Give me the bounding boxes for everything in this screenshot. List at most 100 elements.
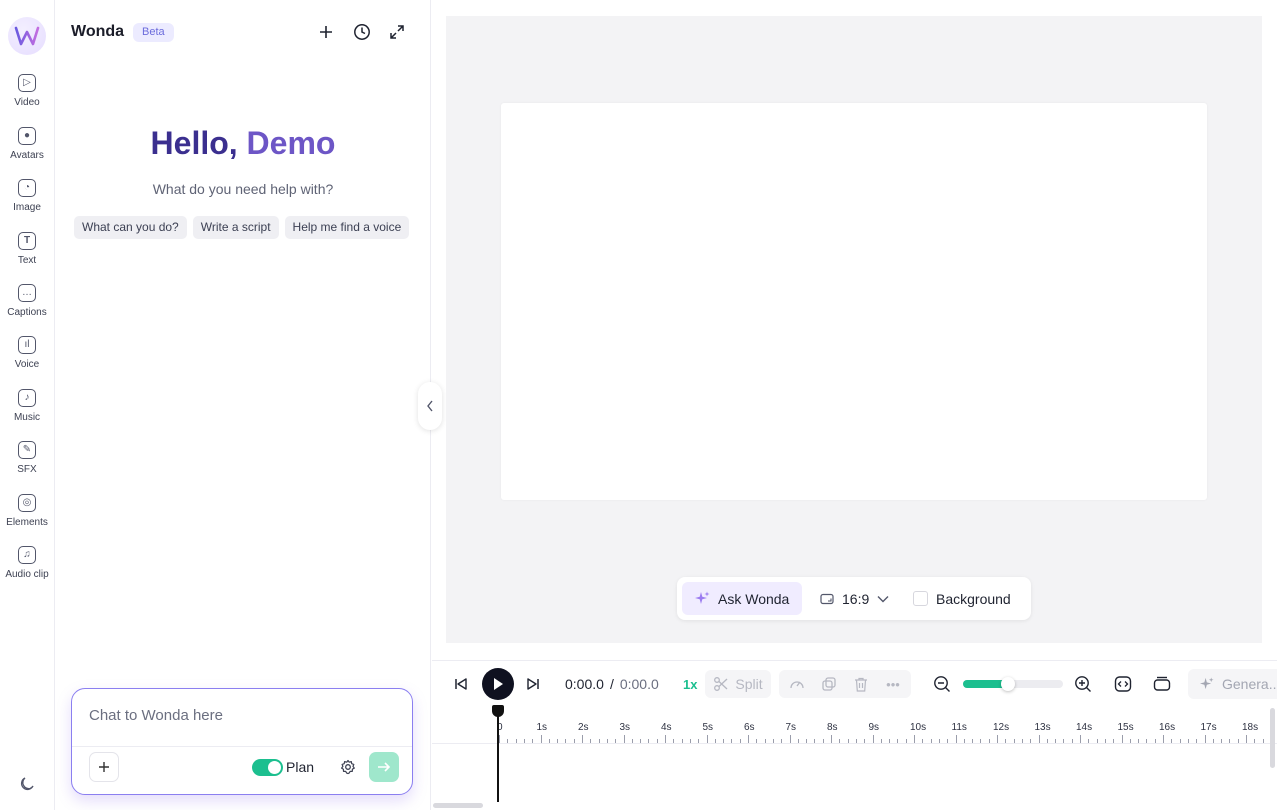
generate-button[interactable]: Genera...: [1188, 669, 1277, 699]
background-swatch[interactable]: [913, 591, 928, 606]
aspect-ratio-select[interactable]: 16:9: [820, 582, 889, 615]
new-chat-button[interactable]: [315, 21, 337, 43]
gear-icon: [341, 759, 355, 775]
ruler-tick: [1021, 739, 1023, 743]
plus-icon: [320, 26, 332, 38]
ruler-label: 13s: [1034, 722, 1051, 733]
ruler-tick: [963, 739, 965, 743]
playhead[interactable]: [497, 710, 499, 802]
split-label: Split: [735, 676, 763, 692]
video-icon: ▷: [18, 74, 36, 92]
rail-label: Image: [13, 202, 41, 213]
text-icon: T: [18, 232, 36, 250]
send-button[interactable]: [369, 752, 399, 782]
ruler-label: 7s: [785, 722, 797, 733]
wonda-logo[interactable]: [8, 17, 46, 55]
skip-forward-button[interactable]: [523, 674, 543, 694]
ruler-tick: [831, 735, 832, 743]
rail-item-audio-clip[interactable]: ♫ Audio clip: [0, 546, 54, 592]
video-canvas[interactable]: [501, 103, 1207, 500]
ruler-tick: [1262, 739, 1264, 743]
attach-button[interactable]: [89, 752, 119, 782]
ruler-label: 10s: [910, 722, 927, 733]
avatar-icon: ●: [18, 127, 36, 145]
zoom-out-button[interactable]: [932, 674, 952, 694]
ruler-tick: [1038, 735, 1040, 743]
suggestion-chip[interactable]: What can you do?: [74, 216, 187, 239]
fit-timeline-button[interactable]: [1113, 674, 1133, 694]
captions-toggle-button[interactable]: [1152, 674, 1172, 694]
expand-button[interactable]: [386, 21, 408, 43]
collapse-panel-button[interactable]: [418, 382, 442, 430]
dark-mode-icon[interactable]: [19, 776, 35, 792]
user-name: Demo: [246, 125, 336, 161]
captions-icon: …: [18, 284, 36, 302]
ruler-label: 4s: [661, 722, 672, 733]
rail-item-music[interactable]: ♪ Music: [0, 389, 54, 435]
playback-speed[interactable]: 1x: [683, 677, 697, 692]
ruler-tick: [889, 739, 891, 743]
ruler-tick: [665, 735, 666, 743]
chat-input[interactable]: [89, 707, 389, 724]
rail-item-captions[interactable]: … Captions: [0, 284, 54, 330]
ruler-label: 8s: [827, 722, 838, 733]
suggestion-chip[interactable]: Write a script: [192, 216, 279, 239]
zoom-in-button[interactable]: [1073, 674, 1093, 694]
playhead-handle[interactable]: [492, 705, 504, 717]
chat-panel: Wonda Beta Hello, Demo What do you need …: [55, 0, 431, 810]
rail-item-image[interactable]: ◔ Image: [0, 179, 54, 225]
rail-item-avatars[interactable]: ● Avatars: [0, 127, 54, 173]
ruler-label: 14s: [1076, 722, 1093, 733]
ruler-tick: [598, 739, 600, 743]
plan-toggle[interactable]: [252, 759, 283, 776]
vertical-scrollbar[interactable]: [1270, 708, 1275, 768]
split-button[interactable]: Split: [705, 670, 771, 698]
rail-item-elements[interactable]: ◎ Elements: [0, 494, 54, 540]
chevron-left-icon: [427, 400, 433, 412]
history-button[interactable]: [351, 21, 373, 43]
ruler-tick: [515, 739, 517, 743]
more-icon[interactable]: •••: [883, 674, 903, 694]
ruler-tick: [1005, 739, 1007, 743]
time-separator: /: [609, 676, 614, 692]
play-button[interactable]: [482, 668, 514, 700]
ruler-label: 11s: [951, 722, 967, 733]
speed-gauge-icon[interactable]: [787, 674, 807, 694]
ruler-tick: [1013, 739, 1015, 743]
plan-label: Plan: [286, 759, 315, 775]
duplicate-icon[interactable]: [819, 674, 839, 694]
skip-back-button[interactable]: [451, 674, 471, 694]
ruler-tick: [565, 739, 567, 743]
ruler-tick: [532, 739, 534, 743]
app-root: ▷ Video ● Avatars ◔ Image T Text … Capti…: [0, 0, 1277, 810]
skip-forward-icon: [527, 678, 539, 690]
play-icon: [494, 678, 503, 690]
expand-icon: [390, 25, 404, 39]
ruler-tick: [698, 739, 700, 743]
timeline-ruler[interactable]: 0 1s 2s 3s 4s 5s 6s 7s 8s 9s 10s 11s 12s 13s 14s 15s 16s…: [432, 706, 1277, 744]
generate-label: Genera...: [1222, 676, 1277, 692]
background-control[interactable]: Background: [913, 582, 1011, 615]
ruler-tick: [897, 739, 899, 743]
settings-button[interactable]: [338, 757, 358, 777]
ruler-tick: [640, 739, 642, 743]
ruler-tick: [1121, 735, 1123, 743]
ruler-tick: [706, 735, 708, 743]
rail-item-voice[interactable]: ıl Voice: [0, 336, 54, 382]
ruler-label: 5s: [702, 722, 714, 733]
ruler-tick: [922, 739, 924, 743]
zoom-slider[interactable]: [963, 677, 1063, 691]
ruler-tick: [731, 739, 733, 743]
ruler-label: 1s: [536, 722, 548, 733]
zoom-slider-handle[interactable]: [1001, 677, 1015, 691]
rail-item-video[interactable]: ▷ Video: [0, 74, 54, 120]
horizontal-scrollbar[interactable]: [433, 803, 483, 808]
ask-wonda-label: Ask Wonda: [718, 590, 790, 607]
rail-item-sfx[interactable]: ✎ SFX: [0, 441, 54, 487]
ruler-tick: [955, 735, 957, 743]
trash-icon[interactable]: [851, 674, 871, 694]
suggestion-chip[interactable]: Help me find a voice: [284, 216, 410, 239]
ask-wonda-button[interactable]: Ask Wonda: [682, 582, 802, 615]
ruler-tick: [623, 735, 625, 743]
rail-item-text[interactable]: T Text: [0, 232, 54, 278]
